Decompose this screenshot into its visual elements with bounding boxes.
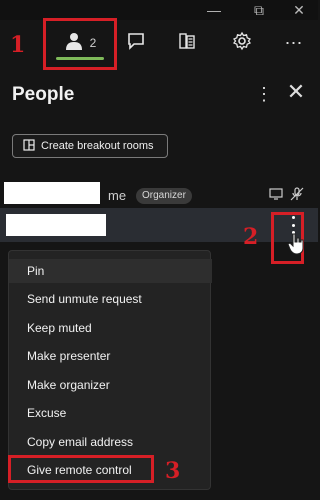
chat-tab[interactable] [120,20,152,66]
more-options-button[interactable]: ⋯ [278,20,310,66]
window-close-button[interactable]: ✕ [284,0,314,20]
annotation-box-1 [43,18,117,70]
settings-button[interactable] [226,20,258,66]
panel-close-button[interactable]: ✕ [284,79,308,104]
chat-icon [126,31,146,56]
gear-icon [232,31,252,56]
people-panel-header: People ⋮ ✕ [0,74,318,114]
participant-row-me[interactable]: me Organizer [0,180,318,206]
hand-cursor-icon [286,232,308,256]
organizer-badge: Organizer [136,188,192,204]
annotation-box-3 [8,455,154,483]
create-breakout-rooms-button[interactable]: Create breakout rooms [12,134,168,158]
breakout-label: Create breakout rooms [41,140,154,152]
menu-item-copy-email-address[interactable]: Copy email address [9,430,212,454]
menu-item-make-presenter[interactable]: Make presenter [9,344,212,368]
menu-item-pin[interactable]: Pin [9,259,212,283]
dot [291,216,295,219]
annotation-step-3: 3 [165,458,181,484]
me-label: me [108,188,127,203]
menu-item-keep-muted[interactable]: Keep muted [9,316,212,340]
panel-title: People [12,84,75,105]
menu-item-make-organizer[interactable]: Make organizer [9,373,212,397]
participant-context-menu: Pin Send unmute request Keep muted Make … [8,250,212,490]
mic-muted-icon [289,186,305,202]
redacted-name [4,182,100,204]
breakout-icon [23,138,35,154]
screen-share-icon [268,186,284,202]
notes-icon [177,31,197,56]
dot [291,223,295,227]
panel-more-button[interactable]: ⋮ [255,82,273,106]
minimize-button[interactable]: — [199,0,229,20]
notes-tab[interactable] [171,20,203,66]
more-icon: ⋯ [284,32,304,53]
menu-item-excuse[interactable]: Excuse [9,401,212,425]
annotation-step-2: 2 [243,224,259,250]
annotation-step-1: 1 [10,32,26,58]
window-titlebar: — ⧉ ✕ [0,0,318,20]
redacted-name [6,214,106,236]
maximize-button[interactable]: ⧉ [244,0,274,20]
menu-item-send-unmute-request[interactable]: Send unmute request [9,287,212,311]
